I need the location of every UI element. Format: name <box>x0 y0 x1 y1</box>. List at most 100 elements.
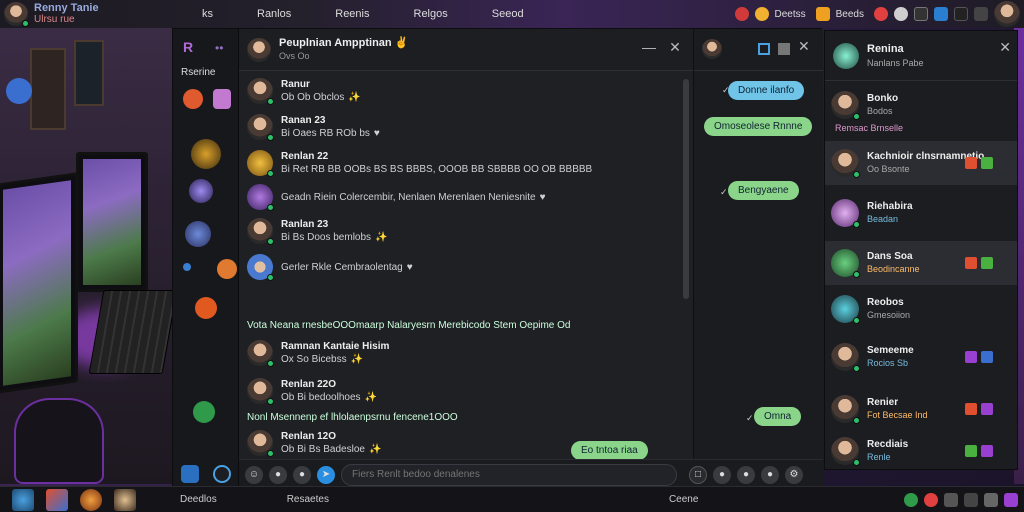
avatar[interactable] <box>247 184 274 211</box>
game-icon[interactable] <box>914 7 928 21</box>
popout-icon[interactable] <box>758 43 770 55</box>
server-icon[interactable] <box>183 89 203 109</box>
nav-item-reenis[interactable]: Reenis <box>313 8 391 20</box>
message-scrollbar[interactable] <box>683 79 689 299</box>
app-logo[interactable]: R <box>183 39 193 55</box>
taskbar-app-icon[interactable] <box>80 488 102 511</box>
friend-item[interactable]: Riehabira Beadan <box>825 191 1017 235</box>
avatar <box>831 343 860 372</box>
server-icon[interactable] <box>193 401 215 423</box>
tray-icon[interactable] <box>944 492 958 507</box>
server-icon[interactable] <box>195 297 217 319</box>
chat-avatar[interactable] <box>247 37 271 62</box>
arrow-icon[interactable] <box>954 7 968 21</box>
attach-icon[interactable]: □ <box>689 465 707 484</box>
server-icon[interactable] <box>213 89 231 109</box>
top-right-avatar[interactable] <box>994 1 1020 27</box>
reaction-icon[interactable]: ✨ <box>348 92 360 103</box>
message-item: Gerler Rkle Cembraolentag ♥ <box>247 254 413 281</box>
bell-icon[interactable] <box>874 7 888 21</box>
rail-menu-icon[interactable]: •• <box>215 41 223 55</box>
nav-item-seeod[interactable]: Seeod <box>470 8 546 20</box>
tray-icon[interactable] <box>964 492 978 507</box>
taskbar-item[interactable]: Deedlos <box>180 494 217 505</box>
friend-item[interactable]: Kachnioir clnsrnamnetio Oo Bsonte <box>825 141 1017 185</box>
friend-item[interactable]: Recdiais Renle <box>825 429 1017 473</box>
flag-icon[interactable] <box>734 7 749 21</box>
taskbar-item[interactable]: Resaetes <box>287 494 329 505</box>
server-icon[interactable] <box>191 139 221 169</box>
chat-bubble[interactable]: Omna <box>754 407 802 426</box>
server-icon[interactable] <box>185 221 211 247</box>
reaction-icon[interactable]: ♥ <box>374 128 380 139</box>
avatar[interactable] <box>247 430 274 457</box>
globe-icon[interactable] <box>894 7 908 21</box>
close-pane-icon[interactable]: ✕ <box>798 38 810 55</box>
reaction-icon[interactable]: ✨ <box>365 392 377 403</box>
friend-item[interactable]: Renier Fot Becsae Ind <box>825 387 1017 431</box>
taskbar-app-icon[interactable] <box>114 488 136 511</box>
message-input[interactable] <box>341 463 677 486</box>
gallery-icon[interactable] <box>974 7 988 21</box>
maximize-icon[interactable] <box>778 43 790 55</box>
smile-icon[interactable] <box>754 7 769 21</box>
friend-item[interactable]: Reobos Gmesoiion <box>825 287 1017 331</box>
keyboard <box>88 290 178 374</box>
taskbar-app-icon[interactable] <box>46 488 68 511</box>
avatar[interactable] <box>247 150 274 177</box>
chat-bubble[interactable]: Eo tntoa riaa <box>571 441 648 460</box>
friend-item[interactable]: Dans Soa Beodincanne <box>825 241 1017 285</box>
settings-icon[interactable]: ⚙ <box>785 465 803 484</box>
reaction-icon[interactable]: ✨ <box>375 232 387 243</box>
close-icon[interactable]: ✕ <box>667 39 683 56</box>
taskbar-item[interactable]: Ceene <box>669 494 698 505</box>
chat-bubble[interactable]: Donne ilanfo <box>728 81 805 100</box>
emoji-icon[interactable]: ☺ <box>245 465 263 484</box>
server-icon[interactable] <box>189 179 213 203</box>
server-icon[interactable] <box>217 259 237 279</box>
tray-icon[interactable] <box>984 492 998 507</box>
friend-item[interactable]: Semeeme Rocios Sb <box>825 335 1017 379</box>
send-icon[interactable]: ➤ <box>317 465 335 484</box>
friends-avatar[interactable] <box>833 42 859 69</box>
record-icon[interactable]: ● <box>761 465 779 484</box>
deetss-label[interactable]: Deetss <box>775 9 806 20</box>
close-friends-icon[interactable]: ✕ <box>999 39 1011 56</box>
home-icon[interactable] <box>181 465 199 483</box>
camera-icon[interactable]: ● <box>737 465 755 484</box>
nav-item-relgos[interactable]: Relgos <box>392 8 470 20</box>
sticker-icon[interactable]: ● <box>269 465 287 484</box>
user-status: Ulrsu rue <box>34 14 75 25</box>
tray-icon[interactable] <box>924 492 938 507</box>
avatar[interactable] <box>247 254 274 281</box>
chat-bubble[interactable]: Omoseolese Rnnne <box>704 117 813 136</box>
reaction-icon[interactable]: ✨ <box>351 354 363 365</box>
nav-item-ks[interactable]: ks <box>180 8 235 20</box>
conversation-avatar[interactable] <box>702 39 722 59</box>
taskbar-app-icon[interactable] <box>12 488 34 511</box>
tray-icon[interactable] <box>1004 492 1018 507</box>
minimize-icon[interactable]: — <box>641 39 657 55</box>
refresh-icon[interactable] <box>213 465 231 483</box>
avatar[interactable] <box>247 378 274 405</box>
avatar[interactable] <box>247 340 274 367</box>
friend-item[interactable]: Remsac Brnselle <box>825 117 1017 139</box>
share-icon[interactable] <box>934 7 948 21</box>
avatar[interactable] <box>247 114 274 141</box>
gif-icon[interactable]: ● <box>293 465 311 484</box>
beeds-label[interactable]: Beeds <box>836 9 864 20</box>
game-badge-icon <box>965 257 977 269</box>
star-icon[interactable] <box>815 7 830 21</box>
avatar[interactable] <box>247 78 274 105</box>
reaction-icon[interactable]: ♥ <box>407 262 413 273</box>
nav-item-ranlos[interactable]: Ranlos <box>235 8 313 20</box>
reaction-icon[interactable]: ♥ <box>540 192 546 203</box>
avatar[interactable] <box>247 218 274 245</box>
chat-bubble[interactable]: Bengyaene <box>728 181 799 200</box>
user-profile[interactable]: Renny Tanie Ulrsu rue <box>0 0 180 28</box>
friends-title: Renina <box>867 42 904 55</box>
voice-icon[interactable] <box>6 78 32 104</box>
mic-icon[interactable]: ● <box>713 465 731 484</box>
tray-icon[interactable] <box>904 492 918 507</box>
reaction-icon[interactable]: ✨ <box>369 444 381 455</box>
